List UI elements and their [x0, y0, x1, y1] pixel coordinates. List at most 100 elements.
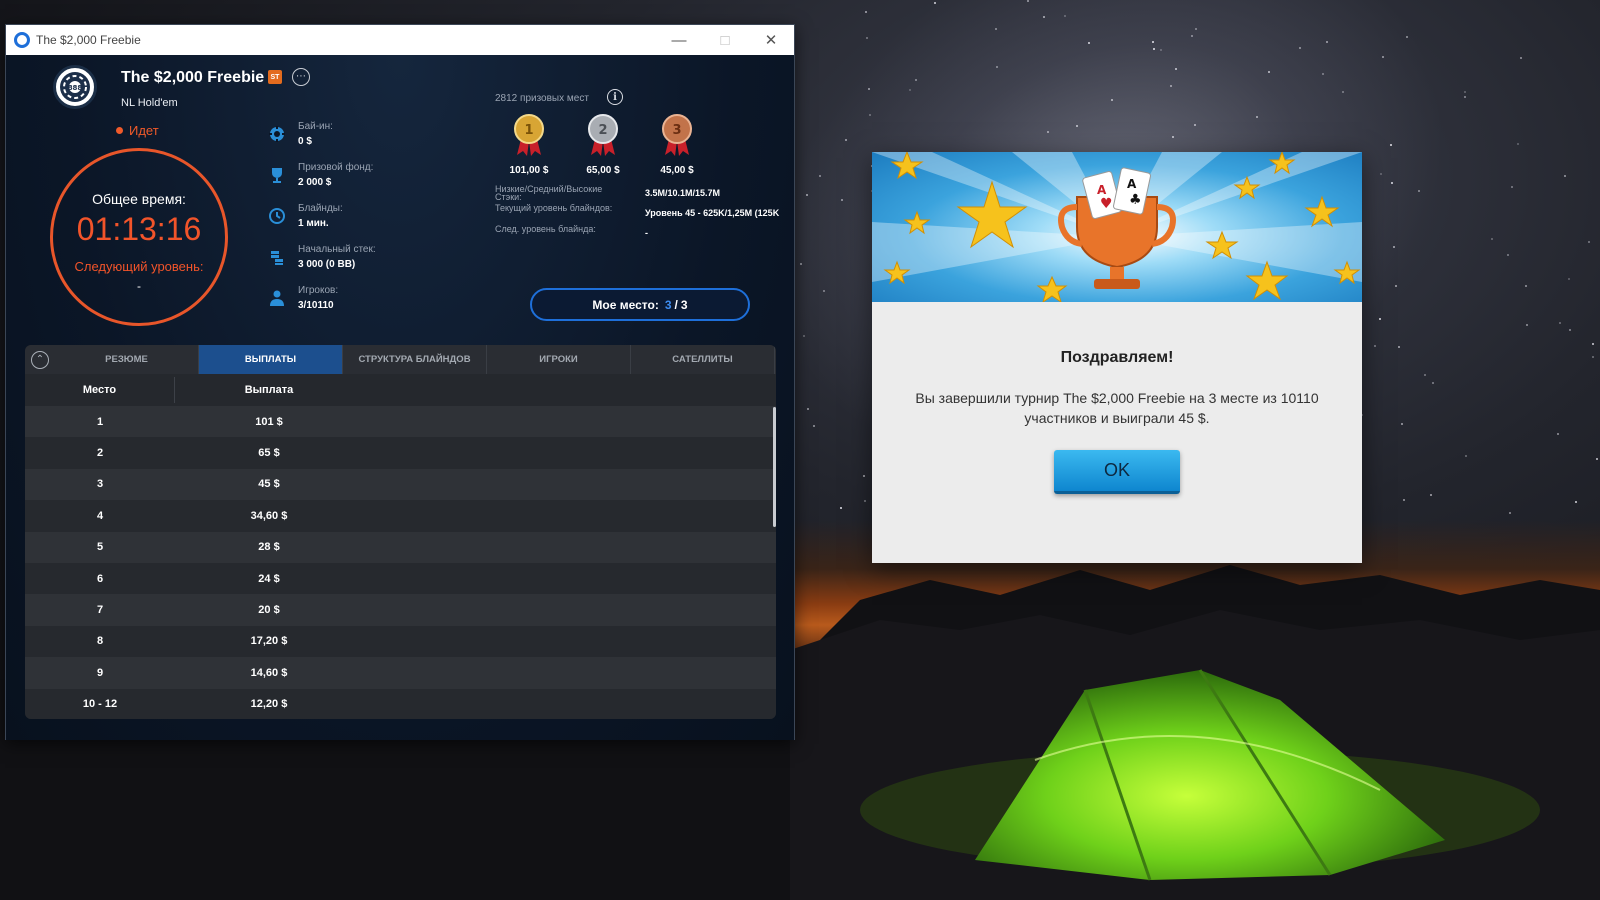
tab-summary[interactable]: РЕЗЮМЕ: [55, 345, 199, 374]
payout-amount: 12,20 $: [250, 698, 288, 711]
info-icon[interactable]: i: [607, 89, 623, 105]
table-row[interactable]: 2 65 $: [25, 437, 776, 469]
tab-bar: ⌃ РЕЗЮМЕ ВЫПЛАТЫ СТРУКТУРА БЛАЙНДОВ ИГРО…: [25, 345, 776, 374]
star-dot: [1520, 56, 1523, 59]
payout-amount: 28 $: [258, 541, 280, 554]
next-level-value: -: [137, 279, 141, 293]
players-label: Игроков:: [298, 285, 339, 296]
table-row[interactable]: 3 45 $: [25, 468, 776, 501]
more-options-button[interactable]: ⋯: [292, 68, 310, 86]
tournament-lobby-window: The $2,000 Freebie — □ ✕ 888 The $2,000 …: [5, 24, 795, 740]
star-dot: [1591, 342, 1594, 345]
buyin-info: Бай-ин: 0 $: [268, 121, 333, 147]
column-header-payout[interactable]: Выплата: [175, 384, 363, 396]
clock-icon: [269, 208, 285, 224]
details-panel: ⌃ РЕЗЮМЕ ВЫПЛАТЫ СТРУКТУРА БЛАЙНДОВ ИГРО…: [25, 345, 776, 719]
star-dot: [1432, 382, 1435, 385]
svg-text:2: 2: [598, 123, 607, 138]
third-prize-amount: 45,00 $: [660, 165, 694, 176]
svg-text:1: 1: [524, 123, 533, 138]
star-dot: [1373, 345, 1376, 348]
star-dot: [1567, 277, 1570, 280]
prize-places-count: 2812 призовых мест: [495, 93, 589, 104]
star-dot: [1171, 135, 1174, 138]
star-dot: [813, 424, 816, 427]
trophy-icon: [272, 168, 282, 183]
game-type: NL Hold'em: [121, 97, 178, 109]
star-dot: [1400, 422, 1403, 425]
table-row[interactable]: 5 28 $: [25, 531, 776, 563]
next-level-label: Следующий уровень:: [74, 259, 204, 274]
close-button[interactable]: ✕: [748, 25, 794, 55]
silver-medal-icon: 2: [588, 114, 618, 156]
minimize-button[interactable]: —: [656, 25, 702, 55]
star-dot: [1574, 500, 1577, 503]
star-dot: [1464, 455, 1467, 458]
total-time-label: Общее время:: [92, 191, 186, 207]
svg-text:A: A: [1127, 177, 1137, 191]
table-row[interactable]: 1 101 $: [25, 406, 776, 438]
prize-pool-info: Призовой фонд: 2 000 $: [268, 162, 373, 188]
my-place-separator: /: [674, 297, 678, 312]
tab-satellites[interactable]: САТЕЛЛИТЫ: [631, 345, 775, 374]
maximize-button[interactable]: □: [702, 25, 748, 55]
scrollbar-thumb[interactable]: [773, 407, 776, 527]
current-blind-level-value: Уровень 45 - 625K/1,25M (125K: [645, 208, 780, 218]
table-row[interactable]: 10 - 12 12,20 $: [25, 688, 776, 719]
tab-players[interactable]: ИГРОКИ: [487, 345, 631, 374]
table-row[interactable]: 9 14,60 $: [25, 657, 776, 689]
star-dot: [865, 11, 868, 14]
payout-amount: 17,20 $: [250, 635, 288, 648]
table-row[interactable]: 4 34,60 $: [25, 500, 776, 532]
tournament-name: The $2,000 Freebie: [121, 69, 265, 86]
tournament-logo-icon: 888: [53, 65, 97, 109]
svg-text:A: A: [1097, 183, 1107, 197]
celebration-banner: A A ♥ ♣: [872, 152, 1362, 302]
star-dot: [1389, 144, 1392, 147]
dialog-title: Поздравляем!: [1060, 349, 1174, 366]
next-blind-level-label: След. уровень блайнда:: [495, 224, 596, 234]
my-place-button[interactable]: Мое место: 3 / 3: [530, 288, 750, 321]
star-dot: [840, 507, 843, 510]
starting-stack-info: Начальный стек: 3 000 (0 BB): [268, 244, 376, 270]
star-dot: [1556, 433, 1559, 436]
star-dot: [1152, 40, 1155, 43]
players-value: 3/10110: [298, 300, 334, 311]
chevron-up-icon: ⌃: [31, 350, 49, 369]
chip-stack-icon: [271, 251, 283, 265]
svg-text:♥: ♥: [1100, 196, 1113, 212]
players-info: Игроков: 3/10110: [268, 285, 338, 311]
collapse-button[interactable]: ⌃: [25, 345, 55, 374]
payout-place: 6: [96, 572, 104, 585]
single-table-badge: ST: [268, 70, 282, 84]
first-prize-amount: 101,00 $: [509, 165, 549, 176]
tab-payouts[interactable]: ВЫПЛАТЫ: [199, 345, 343, 374]
star-dot: [1424, 374, 1427, 377]
payout-amount: 20 $: [258, 604, 280, 617]
payout-place: 2: [96, 447, 104, 460]
tournament-clock: Общее время: 01:13:16 Следующий уровень:…: [50, 148, 228, 326]
table-row[interactable]: 8 17,20 $: [25, 625, 776, 658]
column-header-place[interactable]: Место: [25, 377, 175, 403]
prize-pool-value: 2 000 $: [298, 177, 332, 188]
payout-place: 4: [96, 509, 104, 522]
star-dot: [1429, 493, 1432, 496]
star-dot: [1193, 124, 1196, 127]
payout-amount: 24 $: [258, 572, 280, 585]
star-dot: [1595, 458, 1598, 461]
payouts-table-header: Место Выплата: [25, 374, 776, 406]
ok-button[interactable]: OK: [1054, 450, 1180, 494]
star-dot: [1379, 172, 1382, 175]
star-dot: [1464, 96, 1467, 99]
tab-blind-structure[interactable]: СТРУКТУРА БЛАЙНДОВ: [343, 345, 487, 374]
app-logo-icon: [14, 32, 30, 48]
table-row[interactable]: 6 24 $: [25, 562, 776, 595]
title-bar[interactable]: The $2,000 Freebie — □ ✕: [6, 25, 794, 55]
lobby-content: 888 The $2,000 Freebie ST ⋯ NL Hold'em И…: [6, 55, 794, 740]
table-row[interactable]: 7 20 $: [25, 594, 776, 626]
payout-amount: 34,60 $: [250, 509, 288, 522]
poker-chip-icon: [269, 126, 285, 142]
star-dot: [1464, 91, 1467, 94]
star-dot: [868, 113, 871, 116]
star-dot: [1517, 142, 1519, 145]
